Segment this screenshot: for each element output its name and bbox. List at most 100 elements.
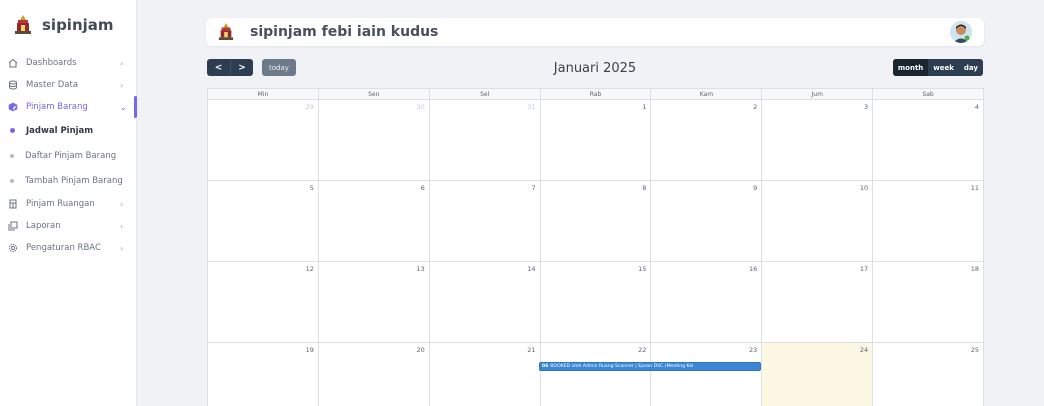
settings-icon bbox=[8, 243, 18, 253]
view-day-button[interactable]: day bbox=[959, 59, 983, 76]
calendar-day[interactable]: 8 bbox=[540, 181, 652, 262]
view-week-button[interactable]: week bbox=[928, 59, 959, 76]
weekday-label: Sel bbox=[429, 89, 541, 100]
day-number: 6 bbox=[420, 184, 425, 192]
calendar-day[interactable]: 4 bbox=[873, 100, 985, 181]
calendar-day[interactable]: 10 bbox=[762, 181, 874, 262]
calendar-day[interactable]: 25 bbox=[873, 343, 985, 406]
chevron-right-icon: › bbox=[120, 243, 124, 253]
calendar-day[interactable]: 9 bbox=[651, 181, 763, 262]
day-number: 17 bbox=[859, 265, 869, 273]
sidebar-item-pinjam-ruangan[interactable]: Pinjam Ruangan › bbox=[0, 193, 136, 215]
calendar-week: 12 13 14 15 16 17 18 bbox=[208, 262, 985, 343]
day-number: 15 bbox=[638, 265, 647, 273]
files-icon bbox=[8, 221, 18, 231]
sidebar-item-label: Pinjam Barang bbox=[26, 102, 88, 112]
sidebar-subitem-label: Daftar Pinjam Barang bbox=[25, 150, 117, 161]
calendar-day[interactable]: 16 bbox=[651, 262, 763, 343]
view-month-button[interactable]: month bbox=[892, 59, 929, 76]
calendar-day[interactable]: 11 bbox=[873, 181, 985, 262]
calendar-week: 5 6 7 8 9 10 11 bbox=[208, 181, 985, 262]
calendar-day[interactable]: 3 bbox=[762, 100, 874, 181]
day-number: 20 bbox=[416, 346, 425, 354]
calendar-day[interactable]: 17 bbox=[762, 262, 874, 343]
sidebar-item-label: Master Data bbox=[26, 80, 79, 90]
calendar-day[interactable]: 15 bbox=[540, 262, 652, 343]
calendar-day[interactable]: 30 bbox=[318, 100, 430, 181]
day-number: 4 bbox=[974, 103, 980, 111]
sidebar-subitem-jadwal-pinjam[interactable]: Jadwal Pinjam bbox=[0, 118, 136, 143]
day-number: 24 bbox=[859, 346, 869, 354]
day-number: 31 bbox=[527, 103, 536, 111]
sidebar-item-pinjam-barang[interactable]: Pinjam Barang ⌄ bbox=[0, 96, 137, 118]
day-number: 16 bbox=[749, 265, 758, 273]
calendar-grid: Min Sen Sel Rab Kam Jum Sab 29 30 31 1 2… bbox=[207, 88, 985, 406]
weekday-label: Rab bbox=[540, 89, 652, 100]
day-number: 22 bbox=[638, 346, 647, 354]
avatar[interactable] bbox=[950, 21, 972, 43]
calendar-day[interactable]: 31 bbox=[429, 100, 541, 181]
day-number: 2 bbox=[753, 103, 758, 111]
day-number: 19 bbox=[305, 346, 314, 354]
day-number: 23 bbox=[749, 346, 758, 354]
day-number: 7 bbox=[531, 184, 536, 192]
calendar-day[interactable]: 19 bbox=[208, 343, 319, 406]
calendar-day[interactable]: 21 bbox=[429, 343, 541, 406]
day-number: 12 bbox=[305, 265, 314, 273]
sidebar-item-master-data[interactable]: Master Data › bbox=[0, 74, 136, 96]
day-number: 10 bbox=[859, 184, 869, 192]
active-indicator bbox=[134, 96, 137, 118]
weekday-header: Min Sen Sel Rab Kam Jum Sab bbox=[208, 89, 985, 100]
weekday-label: Jum bbox=[762, 89, 874, 100]
weekday-label: Kam bbox=[651, 89, 763, 100]
day-number: 25 bbox=[970, 346, 980, 354]
box-icon bbox=[8, 102, 18, 112]
weekday-label: Sab bbox=[873, 89, 985, 100]
sidebar: sipinjam Dashboards › Master Data › Pinj… bbox=[0, 0, 137, 406]
calendar-event[interactable]: 06 BOOKED oleh Admin Ruang Scanner | Epso… bbox=[539, 362, 761, 371]
sidebar-subitem-tambah-pinjam-barang[interactable]: Tambah Pinjam Barang bbox=[0, 168, 136, 193]
sidebar-subitem-daftar-pinjam-barang[interactable]: Daftar Pinjam Barang bbox=[0, 143, 136, 168]
database-icon bbox=[8, 80, 18, 90]
calendar-day[interactable]: 5 bbox=[208, 181, 319, 262]
chevron-right-icon: › bbox=[120, 221, 124, 231]
day-number: 11 bbox=[970, 184, 980, 192]
calendar-day[interactable]: 29 bbox=[208, 100, 319, 181]
page-title: sipinjam febi iain kudus bbox=[250, 24, 439, 40]
calendar-title: Januari 2025 bbox=[553, 61, 637, 76]
sidebar-menu: Dashboards › Master Data › Pinjam Barang… bbox=[0, 52, 137, 259]
day-number: 5 bbox=[309, 184, 314, 192]
calendar-day[interactable]: 1 bbox=[540, 100, 652, 181]
calendar-day[interactable]: 14 bbox=[429, 262, 541, 343]
bullet-icon bbox=[10, 178, 14, 183]
logo-icon bbox=[218, 23, 234, 40]
calendar-day[interactable]: 13 bbox=[318, 262, 430, 343]
day-number: 8 bbox=[642, 184, 647, 192]
sidebar-item-label: Laporan bbox=[26, 221, 61, 231]
bullet-icon bbox=[10, 153, 14, 158]
weekday-label: Sen bbox=[318, 89, 430, 100]
calendar-day[interactable]: 2 bbox=[651, 100, 763, 181]
user-avatar-icon bbox=[950, 21, 972, 43]
day-number: 21 bbox=[527, 346, 536, 354]
door-icon bbox=[8, 199, 18, 209]
calendar-day[interactable]: 7 bbox=[429, 181, 541, 262]
calendar-day[interactable]: 6 bbox=[318, 181, 430, 262]
calendar-day-today[interactable]: 24 bbox=[762, 343, 874, 406]
calendar-day[interactable]: 12 bbox=[208, 262, 319, 343]
calendar-day[interactable]: 22 bbox=[540, 343, 652, 406]
calendar-day[interactable]: 20 bbox=[318, 343, 430, 406]
sidebar-subitem-label: Jadwal Pinjam bbox=[26, 125, 94, 136]
top-navbar: sipinjam febi iain kudus bbox=[206, 18, 984, 46]
brand-name: sipinjam bbox=[42, 16, 114, 34]
calendar-day[interactable]: 18 bbox=[873, 262, 985, 343]
chevron-right-icon: › bbox=[120, 199, 124, 209]
view-switcher: month week day bbox=[892, 59, 983, 76]
calendar-day[interactable]: 23 bbox=[651, 343, 763, 406]
sidebar-item-pengaturan-rbac[interactable]: Pengaturan RBAC › bbox=[0, 237, 136, 259]
sidebar-item-laporan[interactable]: Laporan › bbox=[0, 215, 136, 237]
sidebar-subitem-label: Tambah Pinjam Barang bbox=[25, 175, 123, 186]
brand[interactable]: sipinjam bbox=[0, 0, 136, 50]
sidebar-item-dashboards[interactable]: Dashboards › bbox=[0, 52, 136, 74]
sidebar-item-label: Pengaturan RBAC bbox=[26, 243, 101, 253]
